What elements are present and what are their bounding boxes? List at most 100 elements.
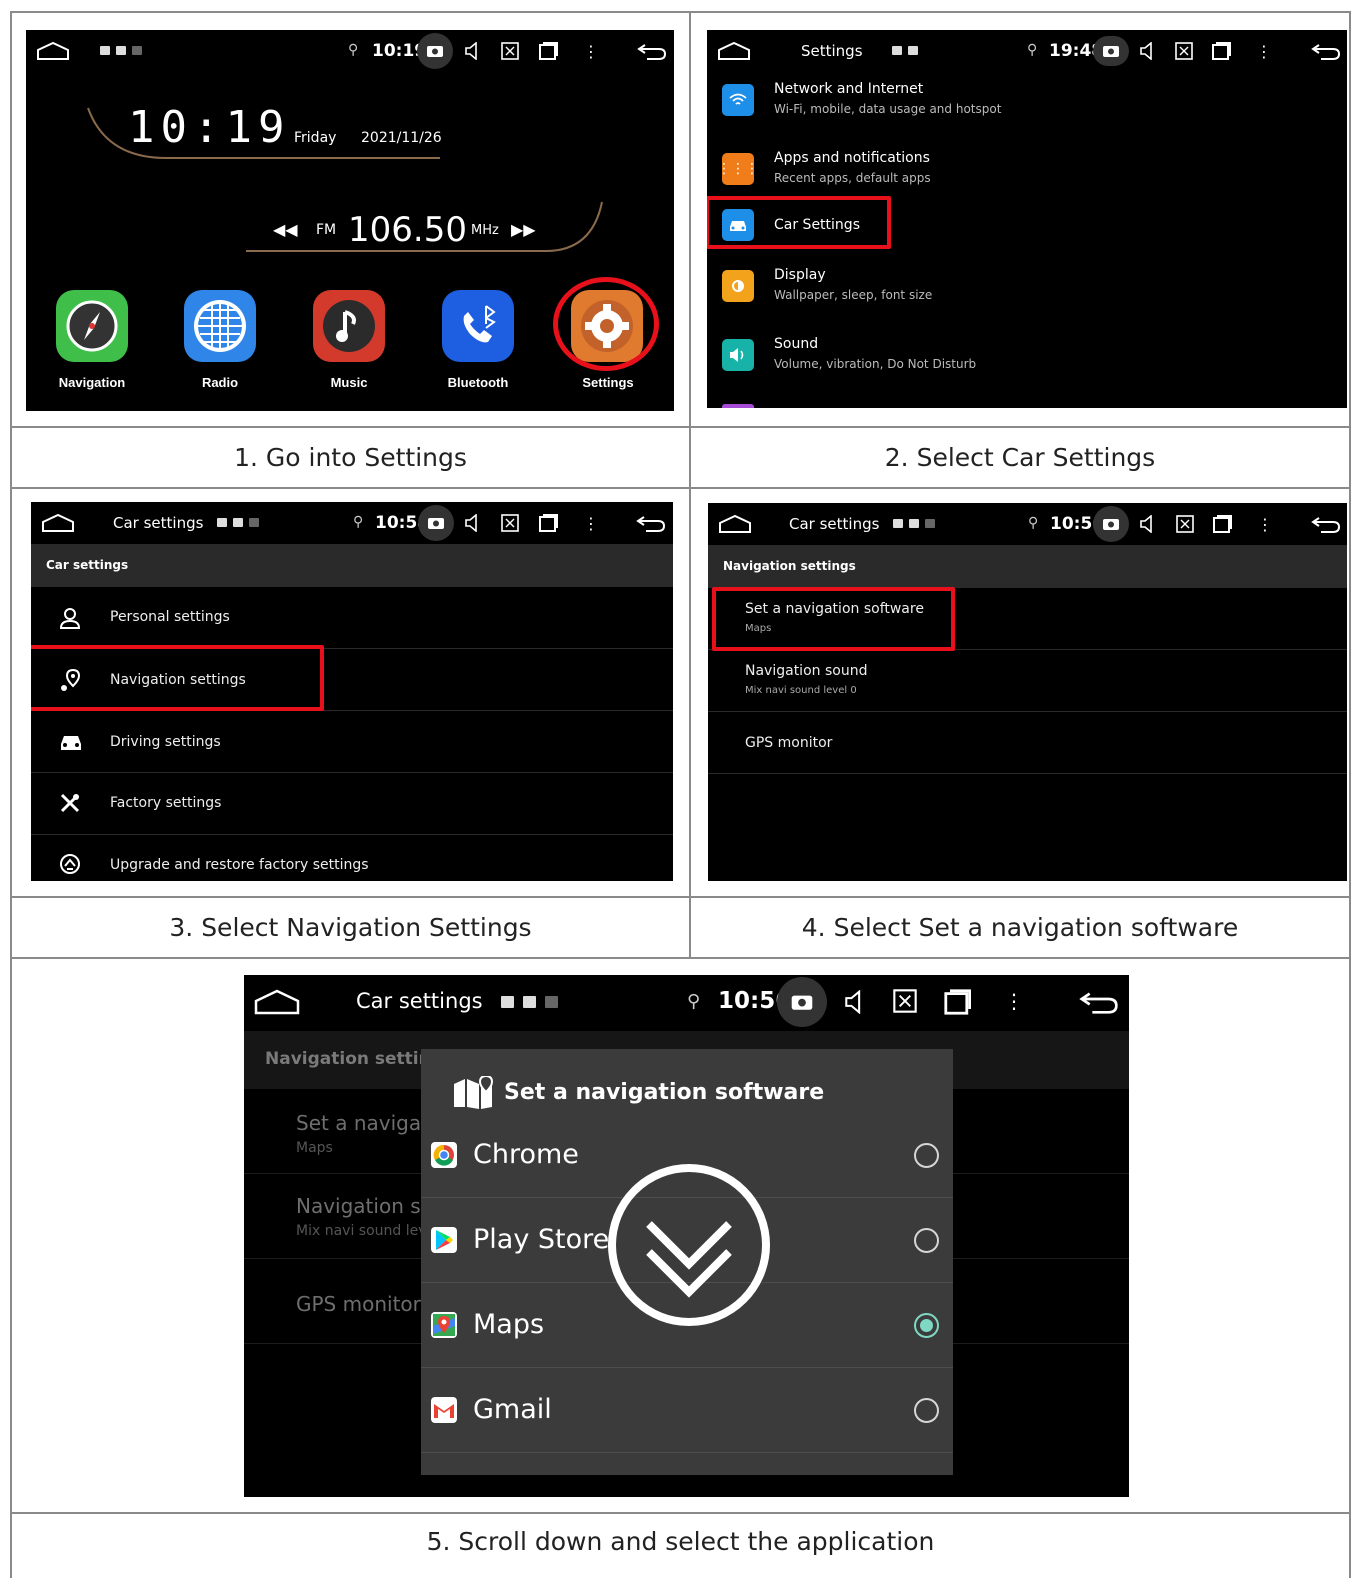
close-window-icon[interactable] — [501, 514, 519, 536]
settings-item-subtitle: Volume, vibration, Do Not Disturb — [774, 357, 977, 371]
status-title: Car settings — [789, 515, 880, 533]
screen-navigation-dialog: Car settings ⚲ 10:56 ⋮ Navigation settin… — [244, 975, 1129, 1497]
settings-item-subtitle: Wi-Fi, mobile, data usage and hotspot — [774, 102, 1002, 116]
more-menu-icon[interactable]: ⋮ — [1256, 42, 1272, 61]
home-icon[interactable] — [254, 989, 300, 1019]
list-item-gps-monitor[interactable]: GPS monitor — [708, 712, 1347, 774]
settings-item-display[interactable]: Display Wallpaper, sleep, font size — [707, 260, 1347, 324]
list-item-label: Personal settings — [110, 609, 230, 625]
radio-next-button[interactable]: ▶▶ — [511, 220, 536, 239]
step-2-caption: 2. Select Car Settings — [884, 443, 1156, 472]
volume-icon[interactable] — [845, 989, 863, 1018]
settings-item-sound[interactable]: Sound Volume, vibration, Do Not Disturb — [707, 329, 1347, 393]
option-label: Maps — [473, 1309, 545, 1340]
volume-icon[interactable] — [1140, 41, 1154, 64]
location-icon: ⚲ — [353, 514, 364, 530]
option-radio[interactable] — [914, 1228, 939, 1253]
screen-settings: Settings ⚲ 19:48 ⋮ Network and Internet … — [707, 30, 1347, 408]
status-bar: Car settings ⚲ 10:56 ⋮ — [708, 503, 1347, 545]
app-radio[interactable] — [184, 290, 256, 362]
close-window-icon[interactable] — [893, 989, 917, 1017]
option-radio[interactable] — [914, 1398, 939, 1423]
app-navigation-label: Navigation — [58, 375, 126, 390]
list-item-title: GPS monitor — [745, 735, 833, 751]
screen-navigation-settings: Car settings ⚲ 10:56 ⋮ Navigation settin… — [708, 503, 1347, 881]
app-music[interactable] — [313, 290, 385, 362]
radio-unit: MHz — [471, 223, 499, 238]
wifi-icon — [722, 84, 754, 116]
more-menu-icon[interactable]: ⋮ — [1257, 515, 1273, 534]
upgrade-icon — [59, 853, 81, 879]
list-item-subtitle: Mix navi sound level 0 — [745, 685, 857, 696]
back-icon[interactable] — [1311, 516, 1341, 538]
list-item-title: Navigation sound — [745, 663, 868, 679]
option-label: Gmail — [473, 1394, 552, 1425]
table-border-top — [10, 11, 1351, 13]
list-item-navigation-sound[interactable]: Navigation sound Mix navi sound level 0 — [708, 650, 1347, 712]
status-bar: Car settings ⚲ 10:56 ⋮ — [244, 975, 1129, 1027]
app-bluetooth[interactable] — [442, 290, 514, 362]
list-item-driving[interactable]: Driving settings — [31, 711, 673, 773]
notification-icons — [217, 518, 259, 527]
recent-apps-icon[interactable] — [943, 988, 971, 1020]
list-item-factory[interactable]: Factory settings — [31, 773, 673, 835]
bg-item-title: Navigation so — [296, 1194, 433, 1218]
option-radio[interactable] — [914, 1143, 939, 1168]
volume-icon[interactable] — [1140, 514, 1154, 537]
table-border-row2 — [10, 487, 1351, 489]
list-item-label: Upgrade and restore factory settings — [110, 857, 369, 873]
highlight-box — [712, 587, 955, 651]
dialog-title: Set a navigation software — [504, 1080, 825, 1105]
settings-item-title: Display — [774, 267, 826, 283]
list-item-personal[interactable]: Personal settings — [31, 587, 673, 649]
option-radio-selected[interactable] — [914, 1313, 939, 1338]
table-border-right — [1349, 11, 1351, 1578]
status-title: Car settings — [356, 989, 483, 1013]
highlight-ring — [553, 277, 659, 371]
recent-apps-icon[interactable] — [538, 513, 558, 537]
option-gmail[interactable]: Gmail — [421, 1368, 953, 1453]
maps-icon — [431, 1312, 457, 1338]
app-radio-label: Radio — [201, 375, 239, 390]
gmail-icon — [431, 1397, 457, 1423]
volume-icon[interactable] — [465, 513, 479, 536]
radio-prev-button[interactable]: ◀◀ — [273, 220, 298, 239]
app-navigation[interactable] — [56, 290, 128, 362]
more-menu-icon[interactable]: ⋮ — [1004, 989, 1024, 1013]
step-1-caption: 1. Go into Settings — [234, 443, 467, 472]
list-item-upgrade[interactable]: Upgrade and restore factory settings — [31, 835, 673, 881]
speaker-icon — [722, 339, 754, 371]
map-icon — [452, 1074, 494, 1114]
scroll-down-icon — [606, 1162, 772, 1332]
back-icon[interactable] — [636, 515, 666, 537]
status-bar: Car settings ⚲ 10:54 ⋮ — [31, 502, 673, 544]
screenshot-icon[interactable] — [777, 977, 827, 1027]
screenshot-icon[interactable] — [1093, 36, 1129, 66]
more-menu-icon[interactable]: ⋮ — [583, 514, 599, 533]
option-label: Chrome — [473, 1139, 579, 1170]
recent-apps-icon[interactable] — [1212, 514, 1232, 538]
home-icon[interactable] — [41, 513, 75, 537]
home-icon[interactable] — [718, 514, 752, 538]
back-icon[interactable] — [1079, 991, 1119, 1019]
back-icon[interactable] — [1311, 43, 1341, 65]
music-note-icon — [323, 300, 375, 352]
notification-icons — [892, 46, 918, 55]
screenshot-icon[interactable] — [1093, 506, 1129, 542]
app-settings-label: Settings — [582, 375, 634, 390]
step-3-caption: 3. Select Navigation Settings — [169, 913, 532, 942]
settings-item-network[interactable]: Network and Internet Wi-Fi, mobile, data… — [707, 74, 1347, 138]
screenshot-icon[interactable] — [418, 505, 454, 541]
table-border-row4 — [10, 957, 1351, 959]
bg-item-title: Set a navigati — [296, 1111, 435, 1135]
close-window-icon[interactable] — [1176, 515, 1194, 537]
notification-icons — [893, 519, 935, 528]
compass-icon — [66, 300, 118, 352]
app-bluetooth-label: Bluetooth — [447, 375, 509, 390]
home-icon[interactable] — [717, 41, 751, 65]
recent-apps-icon[interactable] — [1211, 41, 1231, 65]
bg-item-subtitle: Mix navi sound lev — [296, 1223, 427, 1239]
big-clock: 10:19 — [128, 102, 291, 153]
section-header: Car settings — [31, 544, 673, 587]
close-window-icon[interactable] — [1175, 42, 1193, 64]
